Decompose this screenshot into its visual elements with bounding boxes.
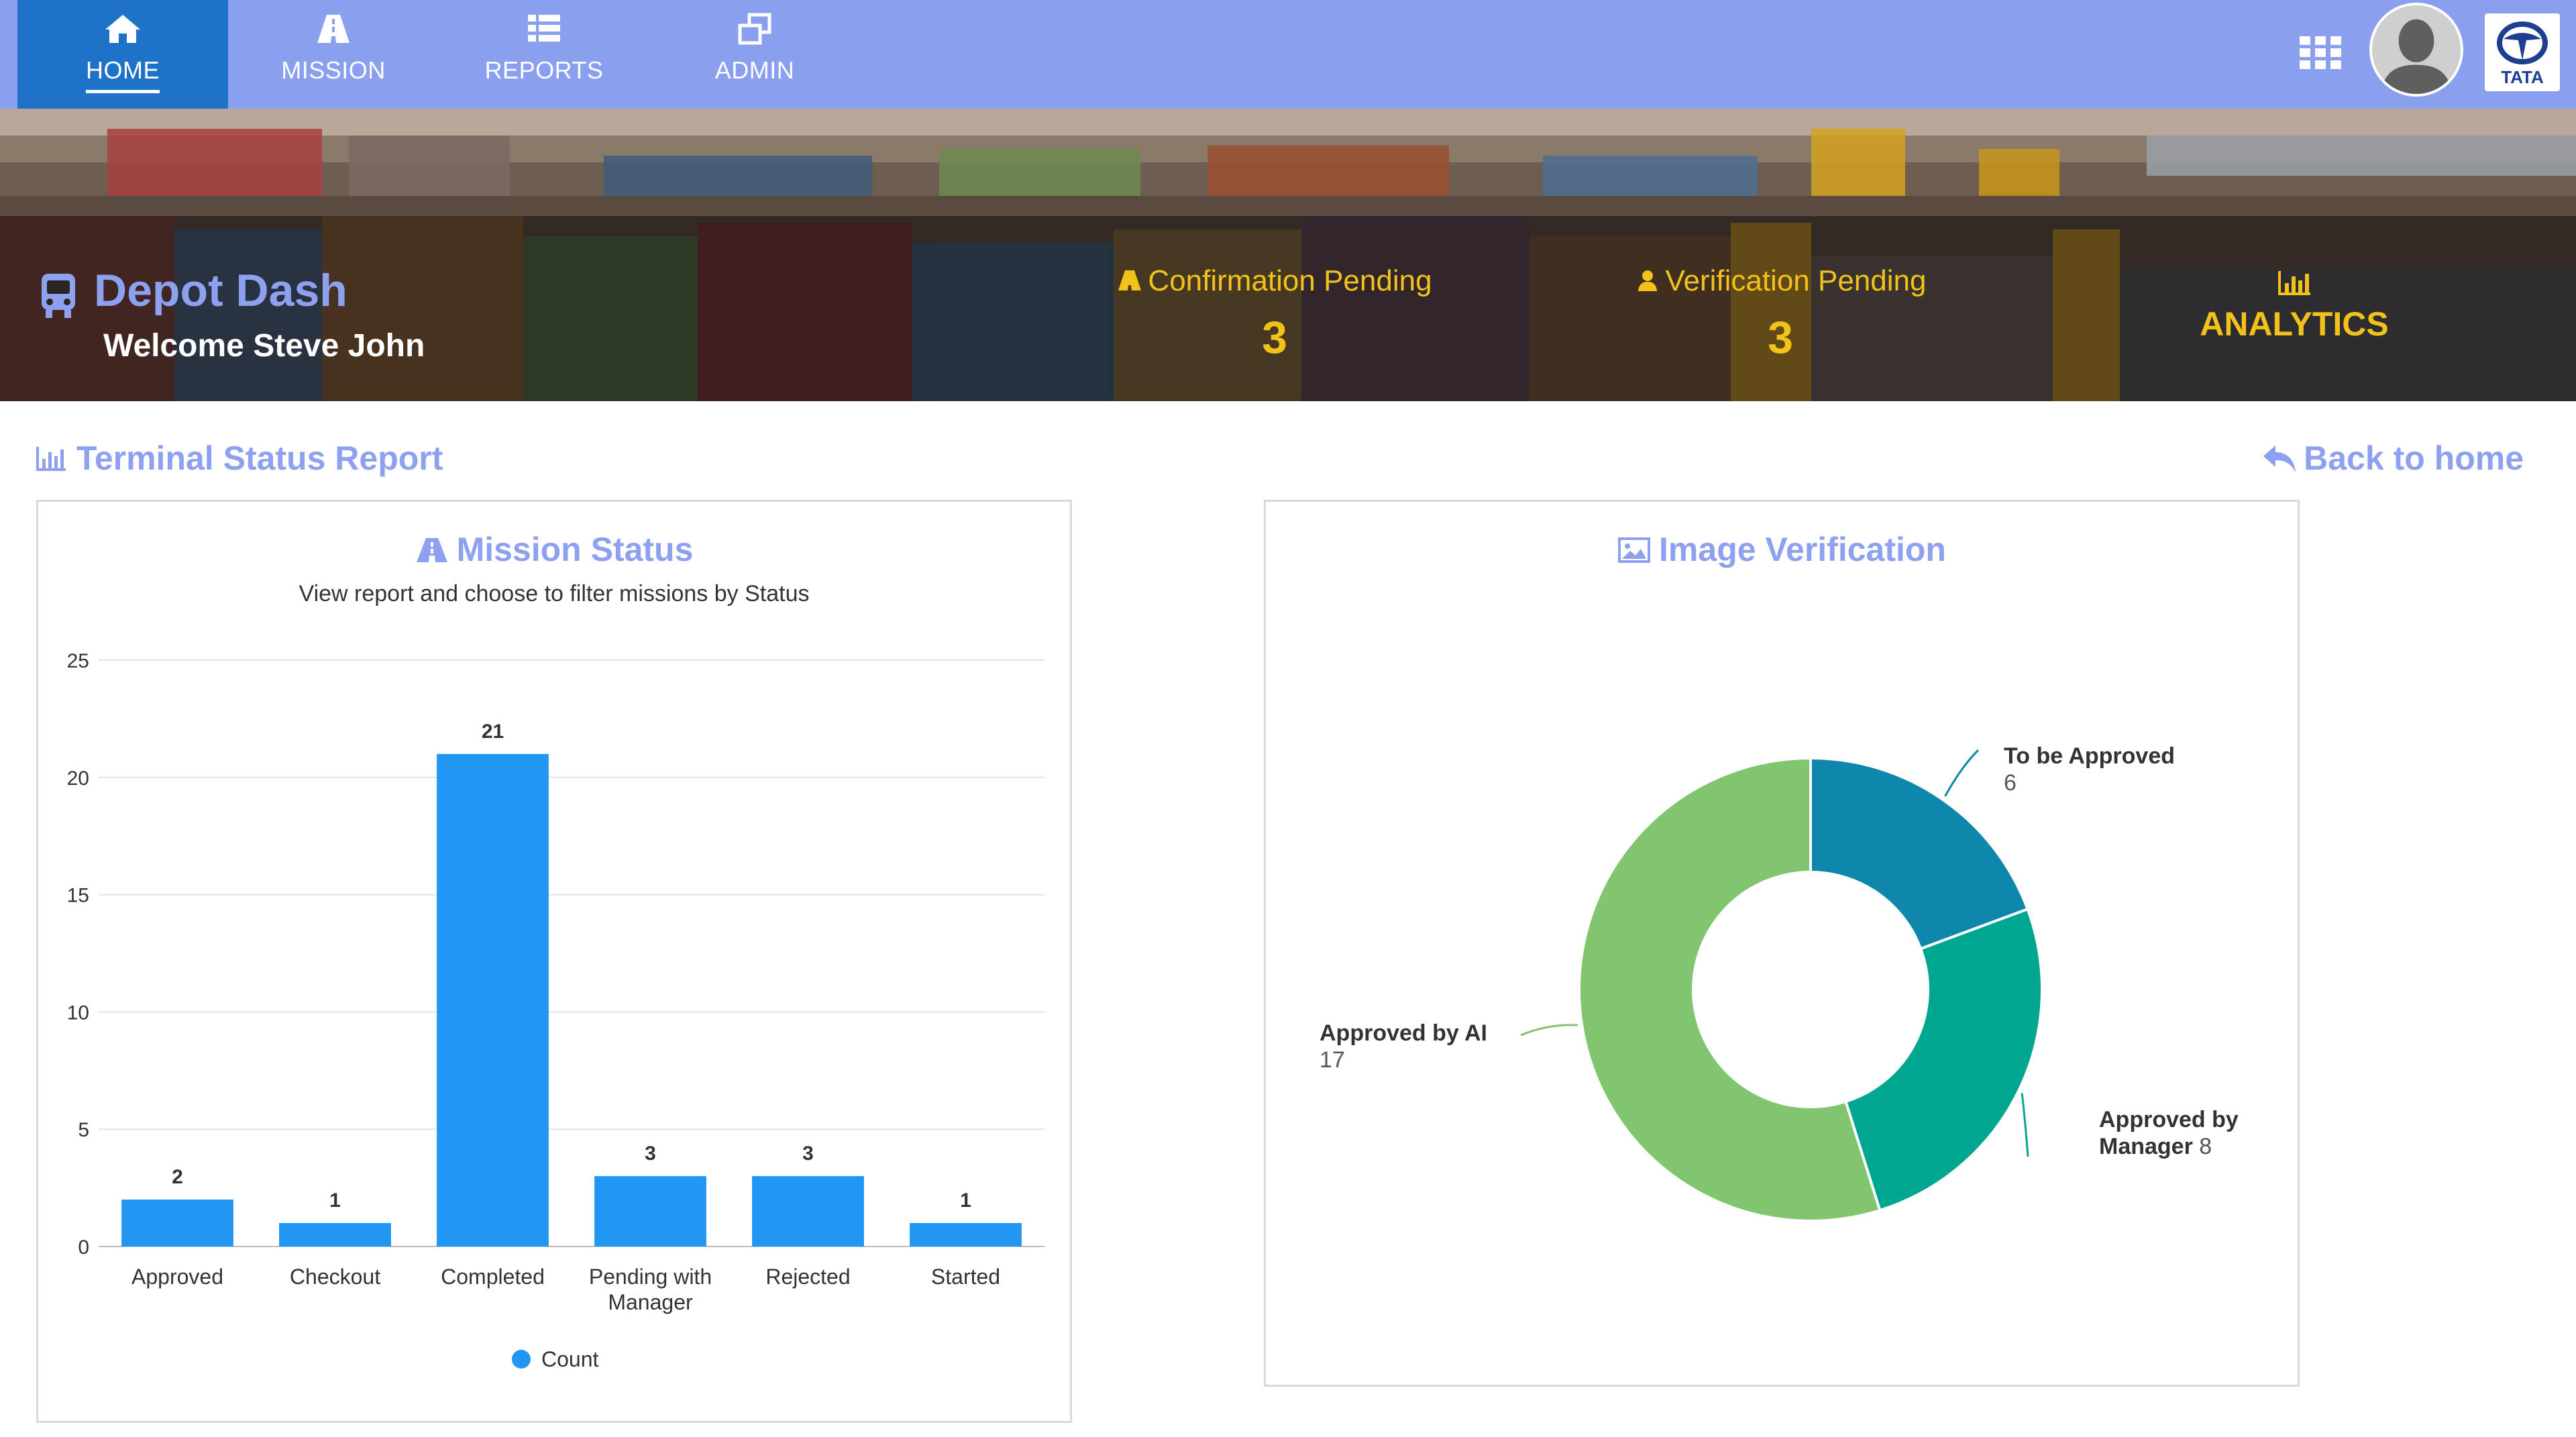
reply-arrow-icon bbox=[2263, 445, 2296, 472]
slice-label: Approved by bbox=[2099, 1107, 2239, 1132]
bar-completed[interactable] bbox=[437, 753, 549, 1246]
bar-started[interactable] bbox=[910, 1223, 1022, 1246]
confirmation-pending-stat[interactable]: Confirmation Pending 3 bbox=[1100, 264, 1449, 364]
road-icon bbox=[317, 15, 350, 43]
y-tick-label: 10 bbox=[67, 1002, 89, 1024]
bar-value-label: 2 bbox=[172, 1166, 183, 1188]
slice-value: 6 bbox=[2004, 770, 2017, 796]
bar-chart-icon bbox=[2278, 271, 2310, 295]
legend-label: Count bbox=[541, 1347, 599, 1371]
analytics-link[interactable]: ANALYTICS bbox=[2174, 270, 2415, 343]
nav-mission-label: MISSION bbox=[281, 56, 386, 84]
bar-value-label: 3 bbox=[802, 1142, 814, 1165]
welcome-message: Welcome Steve John bbox=[103, 328, 425, 364]
bar-rejected[interactable] bbox=[752, 1176, 864, 1246]
verification-pending-label: Verification Pending bbox=[1665, 264, 1927, 297]
chart-legend[interactable]: Count bbox=[512, 1347, 599, 1371]
nav-admin[interactable]: ADMIN bbox=[649, 0, 860, 109]
app-title: Depot Dash bbox=[94, 265, 347, 316]
bar-value-label: 1 bbox=[329, 1189, 341, 1212]
nav-reports[interactable]: REPORTS bbox=[439, 0, 649, 109]
window-restore-icon bbox=[738, 13, 771, 45]
user-icon bbox=[1638, 270, 1657, 291]
person-silhouette-icon bbox=[2372, 5, 2461, 94]
logo-text: TATA bbox=[2501, 67, 2544, 87]
x-tick-label: Rejected bbox=[765, 1265, 850, 1289]
user-avatar[interactable] bbox=[2369, 3, 2463, 97]
section-title: Terminal Status Report bbox=[35, 439, 443, 478]
road-icon bbox=[1118, 270, 1142, 290]
bar-value-label: 21 bbox=[482, 721, 504, 743]
y-tick-label: 0 bbox=[78, 1236, 89, 1259]
slice-label: To be Approved bbox=[2004, 743, 2175, 769]
section-title-text: Terminal Status Report bbox=[76, 439, 443, 477]
verification-pending-count: 3 bbox=[1768, 312, 1793, 363]
verification-pending-stat[interactable]: Verification Pending 3 bbox=[1606, 264, 1955, 364]
slice-approved-by-manager[interactable] bbox=[1843, 907, 2043, 1212]
slice-connector-line bbox=[2021, 1093, 2029, 1157]
image-verification-panel: Image Verification To be Approved 6 Approv… bbox=[1264, 500, 2300, 1387]
x-tick-label: Approved bbox=[131, 1265, 223, 1289]
confirmation-pending-count: 3 bbox=[1262, 312, 1287, 363]
back-to-home-label: Back to home bbox=[2304, 439, 2524, 477]
bus-icon bbox=[42, 274, 75, 318]
nav-mission[interactable]: MISSION bbox=[228, 0, 439, 109]
analytics-label: ANALYTICS bbox=[2200, 305, 2389, 343]
home-icon bbox=[105, 15, 140, 43]
mission-status-panel: Mission Status View report and choose to… bbox=[36, 500, 1072, 1423]
slice-connector-line bbox=[1944, 749, 1980, 797]
top-navbar: HOME MISSION REPORTS ADMIN TATA bbox=[0, 0, 2576, 109]
back-to-home-link[interactable]: Back to home bbox=[2262, 439, 2524, 478]
grid-apps-icon[interactable] bbox=[2298, 35, 2343, 71]
mission-status-bar-chart: 0 5 10 15 20 25 2 Approved 1 Checkout 21 Completed 3… bbox=[67, 650, 1044, 1371]
x-tick-label: Completed bbox=[441, 1265, 545, 1289]
bar-value-label: 1 bbox=[960, 1189, 971, 1212]
nav-admin-label: ADMIN bbox=[714, 56, 795, 84]
bar-value-label: 3 bbox=[645, 1142, 656, 1165]
slice-label: Manager 8 bbox=[2099, 1134, 2212, 1159]
x-tick-label: Pending with bbox=[589, 1265, 712, 1289]
bar-pending-with-manager[interactable] bbox=[594, 1176, 706, 1246]
x-tick-label: Manager bbox=[608, 1290, 693, 1314]
legend-marker bbox=[512, 1350, 531, 1369]
x-tick-label: Started bbox=[931, 1265, 1000, 1289]
nav-home-label: HOME bbox=[17, 56, 228, 85]
y-tick-label: 20 bbox=[67, 767, 89, 790]
nav-reports-label: REPORTS bbox=[484, 56, 604, 84]
bar-approved[interactable] bbox=[121, 1200, 233, 1246]
x-tick-label: Checkout bbox=[290, 1265, 380, 1289]
brand-logo: TATA bbox=[2485, 13, 2560, 91]
slice-label: Approved by AI bbox=[1320, 1020, 1487, 1046]
tata-logo-icon: TATA bbox=[2497, 21, 2548, 87]
slice-value: 17 bbox=[1320, 1047, 1345, 1073]
nav-home[interactable]: HOME bbox=[17, 0, 228, 109]
slice-value: 8 bbox=[2193, 1134, 2212, 1159]
list-icon bbox=[528, 15, 560, 42]
bar-chart-icon bbox=[36, 447, 66, 471]
port-skyline-image bbox=[0, 109, 2576, 216]
y-tick-label: 15 bbox=[67, 885, 89, 907]
slice-connector-line bbox=[1520, 1024, 1578, 1036]
image-verification-donut-chart: To be Approved6 Approved byManager 8 Appro… bbox=[1320, 743, 2239, 1222]
confirmation-pending-label: Confirmation Pending bbox=[1148, 264, 1432, 297]
y-tick-label: 25 bbox=[67, 650, 89, 672]
bar-checkout[interactable] bbox=[279, 1223, 391, 1246]
y-tick-label: 5 bbox=[78, 1119, 89, 1141]
